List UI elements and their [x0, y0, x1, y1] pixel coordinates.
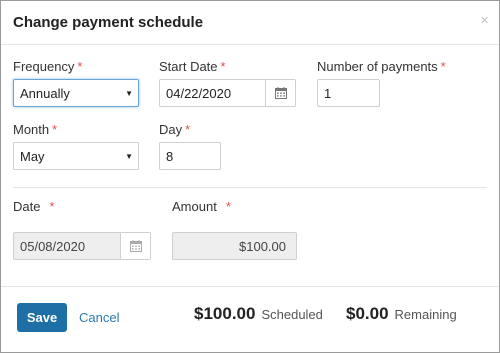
scheduled-amount: $100.00	[194, 304, 256, 323]
remaining-total: $0.00 Remaining	[346, 304, 457, 324]
number-of-payments-label-text: Number of payments	[317, 59, 438, 74]
amount-label: Amount *	[172, 199, 231, 214]
amount-value: $100.00	[239, 239, 286, 254]
required-mark: *	[225, 199, 231, 214]
start-date-input[interactable]: 04/22/2020	[159, 79, 296, 107]
day-label-text: Day	[159, 122, 183, 137]
remaining-amount: $0.00	[346, 304, 389, 323]
number-of-payments-value: 1	[324, 86, 332, 101]
date-value: 05/08/2020	[20, 239, 86, 254]
day-label: Day *	[159, 122, 190, 137]
number-of-payments-input[interactable]: 1	[317, 79, 380, 107]
dialog-header: Change payment schedule ×	[1, 1, 499, 45]
scheduled-caption: Scheduled	[261, 307, 323, 322]
calendar-icon[interactable]	[265, 80, 295, 106]
required-mark: *	[440, 59, 446, 74]
section-divider	[13, 187, 487, 188]
save-button[interactable]: Save	[17, 303, 67, 332]
required-mark: *	[185, 122, 191, 137]
start-date-value: 04/22/2020	[166, 86, 232, 101]
date-input: 05/08/2020	[13, 232, 151, 260]
day-value: 8	[166, 149, 174, 164]
required-mark: *	[77, 59, 83, 74]
calendar-icon	[120, 233, 150, 259]
footer-divider	[1, 286, 499, 287]
number-of-payments-label: Number of payments *	[317, 59, 446, 74]
dialog-title: Change payment schedule	[13, 14, 204, 31]
month-value: May	[20, 149, 45, 164]
date-label-text: Date	[13, 199, 41, 214]
frequency-label-text: Frequency	[13, 59, 75, 74]
start-date-label-text: Start Date	[159, 59, 218, 74]
month-select[interactable]: May ▼	[13, 142, 139, 170]
date-label: Date *	[13, 199, 55, 214]
frequency-label: Frequency *	[13, 59, 82, 74]
chevron-down-icon: ▼	[125, 152, 133, 161]
frequency-value: Annually	[20, 86, 70, 101]
scheduled-total: $100.00 Scheduled	[194, 304, 323, 324]
required-mark: *	[220, 59, 226, 74]
required-mark: *	[52, 122, 58, 137]
frequency-select[interactable]: Annually ▼	[13, 79, 139, 107]
day-input[interactable]: 8	[159, 142, 221, 170]
remaining-caption: Remaining	[394, 307, 457, 322]
chevron-down-icon: ▼	[125, 89, 133, 98]
close-icon[interactable]: ×	[480, 13, 489, 28]
amount-input: $100.00	[172, 232, 297, 260]
start-date-label: Start Date *	[159, 59, 226, 74]
month-label-text: Month	[13, 122, 50, 137]
cancel-link[interactable]: Cancel	[79, 310, 119, 325]
month-label: Month *	[13, 122, 57, 137]
change-payment-schedule-dialog: Change payment schedule × Frequency * Ann…	[0, 0, 500, 353]
required-mark: *	[49, 199, 55, 214]
amount-label-text: Amount	[172, 199, 217, 214]
